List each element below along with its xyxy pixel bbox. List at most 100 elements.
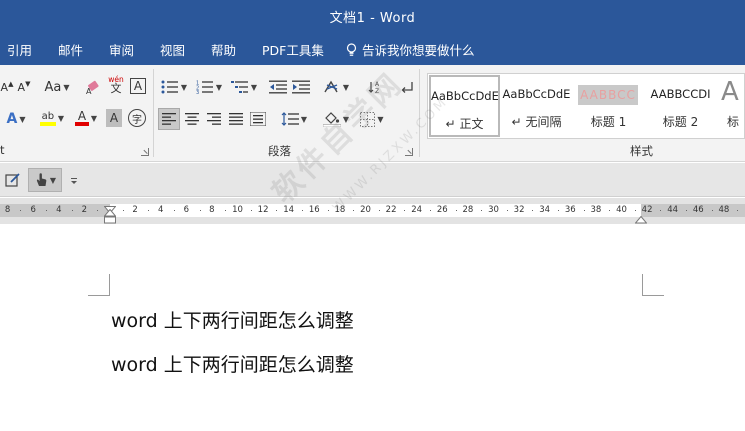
- align-left-button[interactable]: [158, 108, 180, 130]
- justify-icon[interactable]: [226, 109, 246, 129]
- ruler-tick-label: 48: [718, 205, 730, 215]
- group-separator: [419, 69, 420, 157]
- multilevel-list-button[interactable]: ▼: [228, 77, 260, 97]
- phonetic-guide-button[interactable]: wén 文: [107, 74, 125, 94]
- quick-access-toolbar: ▼: [0, 163, 745, 197]
- borders-button[interactable]: ▼: [356, 109, 388, 129]
- ruler-minor-tick: [148, 210, 150, 211]
- shading-button[interactable]: ▼: [320, 109, 352, 129]
- margin-corner-top-right: [642, 274, 664, 296]
- increase-indent-icon[interactable]: [291, 77, 311, 97]
- ruler-tick-label: 24: [411, 205, 423, 215]
- style-heading-2[interactable]: AABBCCDI 标题 2: [645, 75, 716, 137]
- highlight-button[interactable]: ab ▼: [37, 108, 67, 128]
- style-name-text: 无间隔: [525, 115, 562, 129]
- paint-bucket-icon: [322, 111, 341, 127]
- borders-icon: [360, 111, 376, 127]
- sort-icon[interactable]: AZ: [367, 77, 385, 97]
- tab-review[interactable]: 审阅: [109, 40, 134, 59]
- ruler-minor-tick: [225, 210, 227, 211]
- document-paragraph[interactable]: word 上下两行间距怎么调整: [111, 306, 354, 333]
- tab-help[interactable]: 帮助: [211, 40, 236, 59]
- style-sample: AABBCCDI: [650, 87, 711, 101]
- draw-edit-icon[interactable]: [4, 170, 22, 190]
- ruler-tick-label: 34: [539, 205, 551, 215]
- bullets-icon: [161, 80, 178, 94]
- grow-font-icon[interactable]: A ▲: [0, 77, 14, 97]
- text-effects-icon: A: [6, 111, 18, 127]
- ribbon-home: A ▲ A ▼ Aa ▼ A wén 文 A A ▼ ab ▼ A ▼ A 字 t: [0, 65, 745, 162]
- clear-format-icon[interactable]: A: [84, 77, 104, 97]
- ruler-minor-tick: [46, 210, 47, 211]
- ruler-tick-label: 46: [692, 205, 704, 215]
- change-case-button[interactable]: Aa ▼: [42, 77, 72, 97]
- ruler-tick-label: 30: [488, 205, 499, 215]
- ruler-tick-label: 26: [436, 205, 448, 215]
- ruler-tick-label: 22: [385, 205, 397, 215]
- document-canvas[interactable]: word 上下两行间距怎么调整 word 上下两行间距怎么调整: [0, 224, 745, 431]
- customize-qat-icon[interactable]: [68, 171, 80, 191]
- tab-references[interactable]: 引用: [7, 40, 32, 59]
- decrease-indent-icon[interactable]: [268, 77, 288, 97]
- ruler-minor-tick: [430, 210, 431, 211]
- ruler-minor-tick: [609, 210, 611, 211]
- char-border-button[interactable]: A: [130, 78, 146, 94]
- bullets-button[interactable]: ▼: [159, 77, 189, 97]
- style-no-spacing[interactable]: AaBbCcDdE ↵ 无间隔: [501, 75, 572, 137]
- ruler-minor-tick: [199, 210, 201, 211]
- style-title[interactable]: A 标: [717, 75, 745, 137]
- svg-text:A: A: [375, 81, 380, 88]
- ruler-tick-label: 28: [462, 205, 474, 215]
- style-normal[interactable]: AaBbCcDdE ↵ 正文: [429, 75, 500, 137]
- line-spacing-button[interactable]: ▼: [278, 109, 310, 129]
- tab-view[interactable]: 视图: [160, 40, 185, 59]
- font-dialog-launcher[interactable]: [141, 148, 149, 156]
- tab-mailings[interactable]: 邮件: [58, 40, 83, 59]
- shrink-font-icon[interactable]: A ▼: [16, 77, 32, 97]
- horizontal-ruler[interactable]: 8 6 4 2 2 4 6 8 10 12 14 16 18 20 22 24 26 28 30 32 34 36 38 40…: [0, 198, 745, 224]
- touch-mode-button[interactable]: ▼: [28, 168, 62, 192]
- paragraph-dialog-launcher[interactable]: [405, 148, 413, 156]
- ruler-minor-tick: [532, 210, 534, 211]
- change-case-label: Aa: [44, 79, 62, 95]
- align-center-icon[interactable]: [182, 109, 202, 129]
- paragraph-mark: ↵: [445, 117, 456, 131]
- text-effects-button[interactable]: A ▼: [2, 109, 30, 129]
- style-name: 标题 1: [590, 115, 627, 129]
- font-color-button[interactable]: A ▼: [72, 108, 100, 128]
- ruler-tick-label: 6: [183, 205, 190, 215]
- numbering-button[interactable]: 1 2 3 ▼: [193, 77, 225, 97]
- ruler-minor-tick: [353, 210, 355, 211]
- chinese-layout-icon: [324, 80, 338, 93]
- char-border-label: A: [133, 79, 143, 93]
- ruler-minor-tick: [711, 210, 713, 211]
- ruler-minor-tick: [122, 210, 124, 211]
- align-right-icon[interactable]: [204, 109, 224, 129]
- show-marks-icon[interactable]: [398, 77, 416, 97]
- distributed-icon[interactable]: [248, 109, 268, 129]
- ruler-minor-tick: [506, 210, 508, 211]
- ruler-minor-tick: [660, 210, 662, 211]
- multilevel-list-icon: [230, 81, 248, 93]
- styles-group-label: 样式: [630, 144, 653, 158]
- document-paragraph[interactable]: word 上下两行间距怎么调整: [111, 350, 354, 377]
- margin-corner-top-left: [88, 274, 110, 296]
- svg-text:3: 3: [196, 90, 199, 94]
- font-color-icon: A: [74, 110, 89, 126]
- style-sample: A: [721, 77, 739, 107]
- ruler-tick-label: 32: [513, 205, 525, 215]
- numbering-icon: 123: [196, 81, 213, 94]
- enclose-char-icon[interactable]: 字: [128, 109, 146, 127]
- tell-me-box[interactable]: 告诉我你想要做什么: [346, 40, 475, 59]
- ruler-minor-tick: [455, 210, 457, 211]
- align-left-icon: [162, 113, 176, 125]
- tab-pdf-tools[interactable]: PDF工具集: [262, 40, 324, 59]
- style-name: 标: [727, 115, 740, 129]
- ruler-tick-label: 40: [616, 205, 627, 215]
- style-heading-1[interactable]: AABBCC 标题 1: [573, 75, 644, 137]
- word-window: 文档1 - Word 引用 邮件 审阅 视图 帮助 PDF工具集 告诉我你想要做…: [0, 0, 745, 431]
- lightbulb-icon: [346, 42, 357, 57]
- chinese-layout-button[interactable]: ▼: [320, 77, 352, 97]
- ruler-tick-label: 20: [360, 205, 371, 215]
- char-shading-icon[interactable]: A: [106, 109, 122, 127]
